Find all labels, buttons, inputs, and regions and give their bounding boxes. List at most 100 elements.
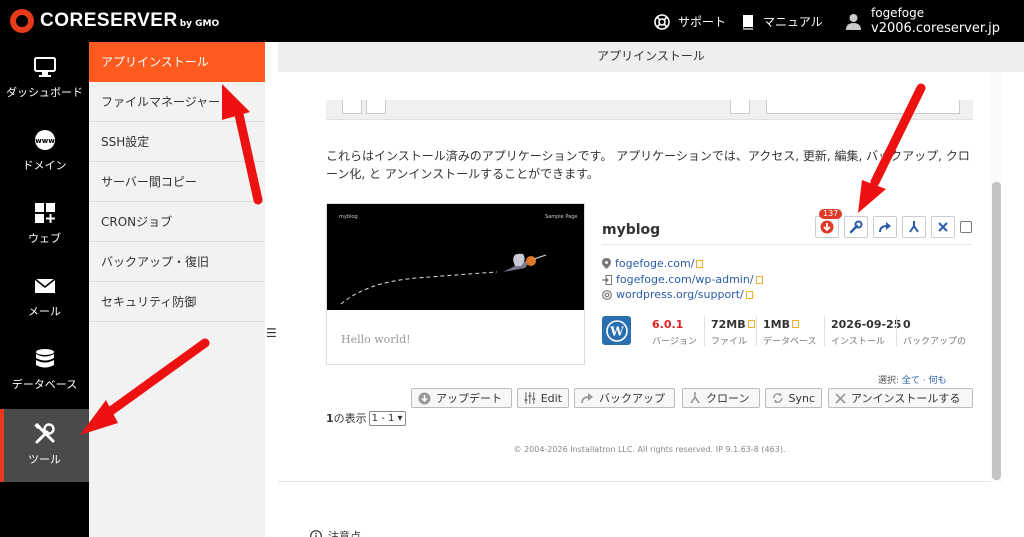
nav-label: ウェブ <box>28 232 61 245</box>
brand-logo[interactable]: CORESERVER by GMO <box>10 9 219 33</box>
app-screenshot[interactable]: myblog Sample Page Hello world! <box>326 203 585 365</box>
site-link[interactable]: fogefoge.com/ <box>602 257 704 270</box>
stat-value: 72MB <box>711 318 755 331</box>
bulk-backup-button[interactable]: バックアップ <box>574 388 675 408</box>
notes-label: 注意点 <box>328 530 361 537</box>
wordpress-logo-icon: W <box>602 316 631 345</box>
support-url: wordpress.org/support/ <box>616 288 744 301</box>
bulk-clone-button[interactable]: クローン <box>682 388 760 408</box>
hummingbird-illustration <box>340 253 547 305</box>
bulk-edit-button[interactable]: Edit <box>517 388 569 408</box>
list-view-button[interactable] <box>342 100 362 114</box>
backup-button[interactable] <box>873 216 897 238</box>
sub-item-security[interactable]: セキュリティ防御 <box>89 282 265 322</box>
stat-files: 72MB ファイル <box>711 318 755 347</box>
button-label: クローン <box>706 392 750 405</box>
view-toolbar <box>326 100 973 120</box>
wrench-icon <box>849 220 863 234</box>
button-label: アンインストールする <box>851 392 961 405</box>
select-prefix: 選択: <box>878 376 900 386</box>
database-icon <box>35 349 54 368</box>
stat-label: インストール <box>831 337 885 347</box>
stat-separator <box>756 316 757 346</box>
user-menu[interactable]: fogefoge v2006.coreserver.jp <box>846 5 1000 37</box>
select-checkbox[interactable] <box>960 221 972 233</box>
update-count-badge: 137 <box>819 209 843 219</box>
sub-item-backup[interactable]: バックアップ・復旧 <box>89 242 265 282</box>
divider <box>602 244 972 245</box>
stat-value: 1MB <box>763 318 817 331</box>
admin-link[interactable]: fogefoge.com/wp-admin/ <box>602 273 763 286</box>
filter-button[interactable] <box>730 100 750 114</box>
grid-view-button[interactable] <box>366 100 386 114</box>
page-title: アプリインストール <box>278 42 1024 72</box>
copyright-footer: © 2004-2026 Installatron LLC. All rights… <box>513 445 786 454</box>
select-all-link[interactable]: 全て <box>902 376 920 386</box>
clone-button[interactable] <box>902 216 926 238</box>
bulk-update-button[interactable]: アップデート <box>411 388 512 408</box>
nav-label: ダッシュボード <box>6 86 83 99</box>
svg-text:www: www <box>35 137 55 145</box>
nav-item-database[interactable]: データベース <box>0 334 89 407</box>
scrollbar-thumb[interactable] <box>992 182 1001 480</box>
share-arrow-icon <box>581 393 593 404</box>
search-input[interactable] <box>766 100 960 114</box>
map-pin-icon <box>602 258 611 269</box>
external-link-icon <box>696 259 704 268</box>
sub-item-ssh[interactable]: SSH設定 <box>89 122 265 162</box>
external-link-icon <box>747 320 755 328</box>
left-nav: ダッシュボード www ドメイン ウェブ メール データベース ツール <box>0 42 89 537</box>
button-label: バックアップ <box>599 392 665 405</box>
support-link[interactable]: サポート <box>654 13 726 30</box>
nav-item-dashboard[interactable]: ダッシュボード <box>0 42 89 115</box>
nav-label: ドメイン <box>22 159 67 172</box>
select-separator: · <box>922 376 926 386</box>
support-label: サポート <box>678 15 727 29</box>
manual-label: マニュアル <box>763 15 823 29</box>
collapse-menu-icon[interactable]: ☰ <box>266 326 277 340</box>
content-panel: これらはインストール済みのアプリケーションです。 アプリケーションでは、アクセス… <box>278 72 1002 482</box>
nav-item-domain[interactable]: www ドメイン <box>0 115 89 188</box>
sliders-icon <box>524 392 536 404</box>
thumb-header: myblog Sample Page <box>327 204 584 310</box>
nav-label: データベース <box>11 378 78 391</box>
external-link-icon <box>745 290 753 299</box>
admin-url: fogefoge.com/wp-admin/ <box>616 273 754 286</box>
thumb-post-title: Hello world! <box>341 333 411 346</box>
app-name[interactable]: myblog <box>602 222 660 238</box>
svg-text:W: W <box>609 324 624 338</box>
external-link-icon <box>755 275 763 284</box>
stat-separator <box>824 316 825 346</box>
coreserver-logo-icon <box>10 9 34 33</box>
bulk-uninstall-button[interactable]: アンインストールする <box>828 388 973 408</box>
select-none-link[interactable]: 何も <box>929 376 947 386</box>
fork-icon <box>690 392 700 404</box>
nav-label: メール <box>28 305 61 318</box>
pagination: 1 の表示 1 - 1 ▾ <box>326 410 406 426</box>
envelope-icon <box>34 278 55 293</box>
update-button[interactable] <box>815 216 839 238</box>
pager-suffix: の表示 <box>333 412 367 425</box>
sub-item-app-install[interactable]: アプリインストール <box>89 42 265 82</box>
intro-text: これらはインストール済みのアプリケーションです。 アプリケーションでは、アクセス… <box>326 149 970 181</box>
lifebuoy-icon <box>602 289 612 300</box>
uninstall-button[interactable] <box>931 216 955 238</box>
download-arrow-icon <box>820 220 834 234</box>
stat-database: 1MB データベース <box>763 318 817 347</box>
sub-item-file-manager[interactable]: ファイルマネージャー <box>89 82 265 122</box>
support-forum-link[interactable]: wordpress.org/support/ <box>602 288 753 301</box>
stat-value: 6.0.1 <box>652 318 684 331</box>
notes-section: 注意点 <box>310 528 361 537</box>
settings-button[interactable] <box>844 216 868 238</box>
page-range-select[interactable]: 1 - 1 ▾ <box>368 410 406 426</box>
nav-item-web[interactable]: ウェブ <box>0 188 89 261</box>
manual-link[interactable]: マニュアル <box>741 13 823 30</box>
sub-item-server-copy[interactable]: サーバー間コピー <box>89 162 265 202</box>
nav-item-mail[interactable]: メール <box>0 261 89 334</box>
bulk-sync-button[interactable]: Sync <box>765 388 822 408</box>
nav-item-tools[interactable]: ツール <box>0 409 89 482</box>
sub-item-cron[interactable]: CRONジョブ <box>89 202 265 242</box>
brand-name: CORESERVER <box>40 10 178 31</box>
user-icon <box>846 13 861 30</box>
pager-count: 1 <box>326 411 334 425</box>
